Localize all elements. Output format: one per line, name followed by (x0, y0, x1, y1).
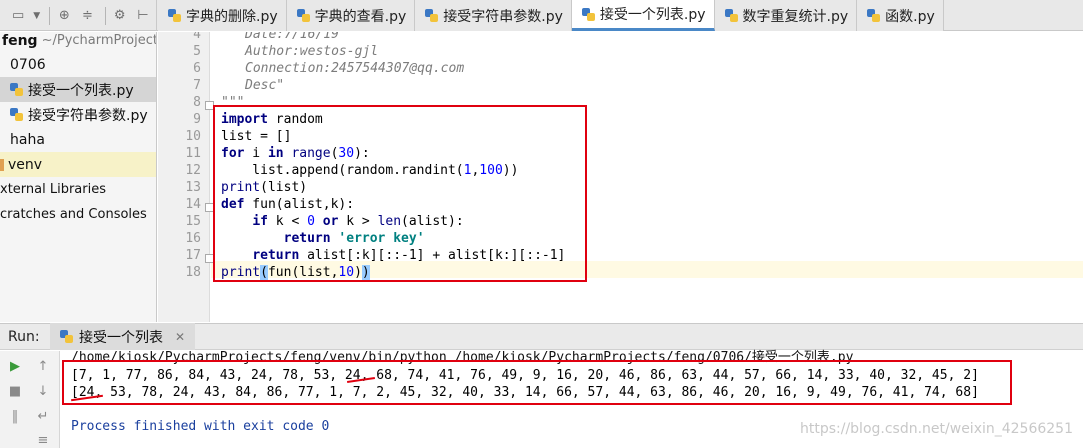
tree-item-label: 接受字符串参数.py (28, 107, 148, 124)
tree-item-external-libraries[interactable]: xternal Libraries (0, 177, 156, 202)
tree-item-label: 0706 (10, 56, 46, 73)
python-file-icon (60, 330, 73, 343)
tree-item-haha[interactable]: haha (0, 127, 156, 152)
python-file-icon (581, 7, 595, 21)
tree-item-root[interactable]: feng ~/PycharmProjects/ (0, 32, 157, 53)
code-highlight-box (213, 105, 587, 282)
tab-label: 接受字符串参数.py (443, 8, 563, 25)
arrow-down-icon[interactable]: ↓ (32, 380, 54, 402)
line-number: 17 (185, 248, 201, 263)
tab-number-count[interactable]: 数字重复统计.py (714, 0, 858, 31)
tab-accept-list[interactable]: 接受一个列表.py (571, 0, 715, 31)
soft-wrap-icon[interactable]: ↵ (32, 405, 54, 427)
line-number: 7 (193, 78, 201, 93)
rerun-icon[interactable]: ▶ (4, 355, 26, 377)
arrow-up-icon[interactable]: ↑ (32, 355, 54, 377)
tree-item-label: haha (10, 131, 45, 148)
chevron-down-icon[interactable]: ▼ (31, 5, 42, 27)
python-file-icon (296, 9, 310, 22)
split-icon[interactable]: ≑ (77, 5, 97, 27)
console-exit-status: Process finished with exit code 0 (71, 419, 330, 434)
root-folder-path: ~/PycharmProjects/ (41, 33, 157, 48)
docstring-line: Connection:2457544307@qq.com (245, 61, 465, 76)
tree-item-label: 接受一个列表.py (28, 82, 134, 99)
tab-label: 字典的删除.py (186, 8, 278, 25)
run-tab-label: 接受一个列表 (79, 329, 163, 346)
tree-item-label: cratches and Consoles (0, 207, 147, 222)
line-number: 13 (185, 180, 201, 195)
project-panel: feng ~/PycharmProjects/ 0706 接受一个列表.py 接… (0, 32, 157, 322)
tree-item-string-param[interactable]: 接受字符串参数.py (0, 102, 156, 127)
editor-tabs: 字典的删除.py 字典的查看.py 接受字符串参数.py 接受一个列表.py 数… (158, 0, 944, 31)
toolbar-divider (104, 6, 106, 25)
python-file-icon (867, 9, 881, 22)
tab-dict-view[interactable]: 字典的查看.py (286, 0, 416, 31)
top-bar: ▭ ▼ ⊕ ≑ ⚙ ⊢ 字典的删除.py 字典的查看.py 接受字符串参数.py… (0, 0, 1083, 31)
line-number: 6 (193, 61, 201, 76)
line-number: 14 (185, 197, 201, 212)
toolbar-divider (49, 6, 51, 25)
project-toolbar: ▭ ▼ ⊕ ≑ ⚙ ⊢ (0, 0, 157, 31)
tree-item-accept-list[interactable]: 接受一个列表.py (0, 77, 156, 102)
docstring-line: Desc" (245, 78, 285, 93)
collapse-icon[interactable]: ⊢ (133, 5, 153, 27)
line-number: 9 (193, 112, 201, 127)
python-file-icon (724, 9, 738, 22)
line-number: 11 (185, 146, 201, 161)
tree-item-label: xternal Libraries (0, 182, 106, 197)
tree-item-scratches[interactable]: cratches and Consoles (0, 202, 156, 227)
code-editor[interactable]: 4 5 6 7 8 9 10 11 12 13 14 15 16 17 18 D… (158, 32, 1083, 322)
python-file-icon (168, 9, 181, 22)
tree-item-label: venv (8, 156, 43, 173)
python-file-icon (10, 108, 23, 121)
output-highlight-box (62, 360, 1012, 405)
line-number: 8 (193, 95, 201, 110)
tab-functions[interactable]: 函数.py (857, 0, 944, 31)
stop-icon[interactable]: ■ (4, 380, 26, 402)
root-folder-name: feng (2, 32, 38, 49)
tree-item-0706[interactable]: 0706 (0, 52, 156, 77)
run-label: Run: (8, 328, 40, 345)
line-number: 10 (185, 129, 201, 144)
python-file-icon (10, 83, 23, 96)
gear-icon[interactable]: ⚙ (110, 5, 130, 27)
tab-label: 字典的查看.py (314, 8, 407, 25)
run-toolbar: ▶ ↑ ■ ↓ ‖ ↵ ≡ (0, 351, 60, 448)
line-number: 12 (185, 163, 201, 178)
target-icon[interactable]: ⊕ (54, 5, 74, 27)
run-tab[interactable]: 接受一个列表 ✕ (50, 323, 196, 350)
window-icon[interactable]: ▭ (8, 5, 28, 27)
tab-dict-delete[interactable]: 字典的删除.py (158, 0, 287, 31)
tab-label: 函数.py (885, 8, 935, 25)
folder-icon (0, 158, 4, 171)
docstring-line: Date:7/16/19 (245, 32, 339, 42)
line-number: 18 (185, 265, 201, 280)
run-panel-header: Run: 接受一个列表 ✕ (0, 323, 1083, 350)
docstring-line: Author:westos-gjl (245, 44, 379, 59)
line-number: 5 (193, 44, 201, 59)
line-number: 4 (193, 32, 201, 42)
tab-string-param[interactable]: 接受字符串参数.py (415, 0, 572, 31)
line-number: 15 (185, 214, 201, 229)
tab-label: 数字重复统计.py (742, 8, 849, 25)
watermark: https://blog.csdn.net/weixin_42566251 (799, 421, 1073, 437)
tab-label: 接受一个列表.py (599, 7, 706, 23)
line-number: 16 (185, 231, 201, 246)
close-icon[interactable]: ✕ (175, 330, 185, 344)
line-number-gutter: 4 5 6 7 8 9 10 11 12 13 14 15 16 17 18 (158, 32, 210, 322)
scroll-end-icon[interactable]: ≡ (32, 429, 54, 448)
python-file-icon (425, 9, 439, 22)
pause-icon[interactable]: ‖ (4, 405, 26, 427)
tree-item-venv[interactable]: venv (0, 152, 156, 177)
